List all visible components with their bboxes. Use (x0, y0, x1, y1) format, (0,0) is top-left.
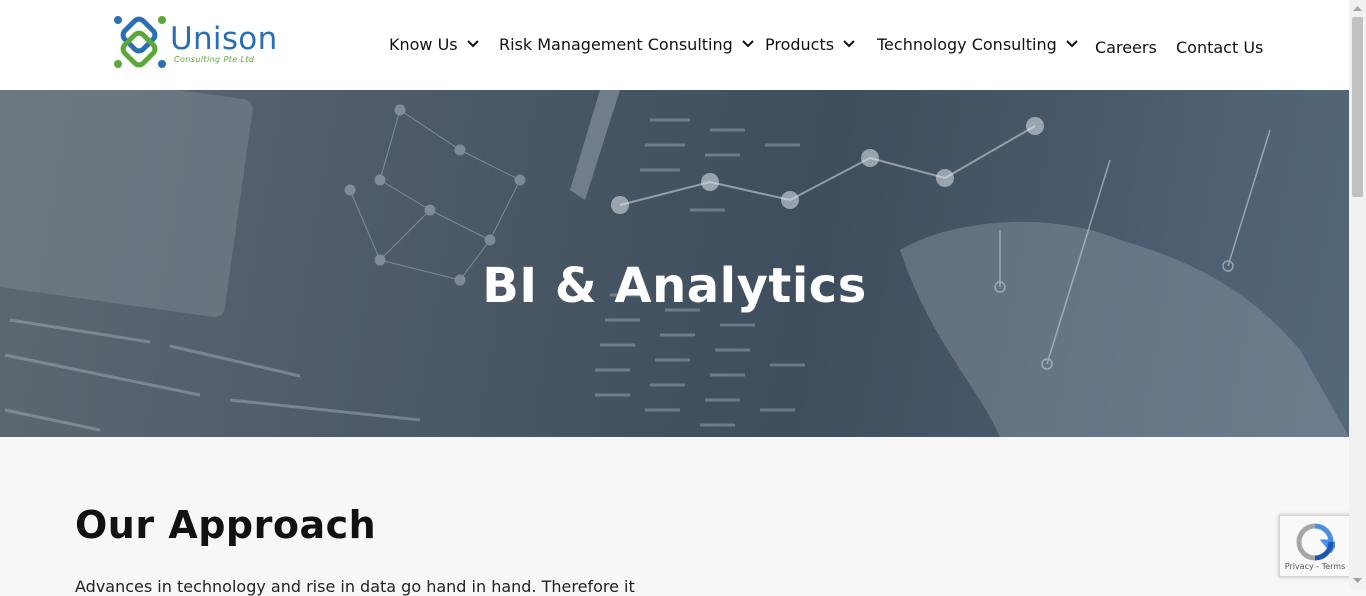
chevron-down-icon (466, 40, 479, 48)
nav-risk-management-consulting[interactable]: Risk Management Consulting (499, 30, 755, 58)
nav-item-label: Contact Us (1176, 37, 1264, 57)
recaptcha-icon (1296, 523, 1335, 561)
nav-item-label: Risk Management Consulting (499, 34, 733, 54)
nav-careers[interactable]: Careers (1095, 33, 1157, 61)
chevron-down-icon (1066, 40, 1078, 48)
chevron-down-icon (742, 40, 754, 48)
recaptcha-terms-link[interactable]: Terms (1322, 562, 1346, 571)
nav-item-label: Products (765, 34, 835, 54)
section-heading: Our Approach (75, 503, 377, 547)
scroll-down-arrow-icon[interactable] (1349, 572, 1366, 589)
hero-banner: BI & Analytics (0, 90, 1349, 437)
scroll-up-arrow-icon[interactable] (1349, 0, 1366, 17)
logo-wordmark: Unison (170, 21, 278, 57)
site-header: Unison Consulting Pte Ltd Know Us Risk M… (0, 0, 1349, 90)
page-scrollbar[interactable] (1349, 0, 1366, 589)
recaptcha-privacy-link[interactable]: Privacy (1285, 562, 1314, 571)
recaptcha-links: Privacy - Terms (1280, 562, 1350, 571)
unison-logo-icon (114, 16, 166, 68)
nav-products[interactable]: Products (765, 30, 856, 58)
recaptcha-badge[interactable]: Privacy - Terms (1279, 515, 1351, 577)
nav-contact-us[interactable]: Contact Us (1176, 33, 1263, 61)
nav-know-us[interactable]: Know Us (389, 30, 480, 58)
nav-item-label: Careers (1095, 37, 1157, 57)
intro-paragraph: Advances in technology and rise in data … (75, 577, 635, 596)
nav-item-label: Know Us (389, 34, 458, 54)
page-title: BI & Analytics (482, 258, 867, 315)
logo-subtitle: Consulting Pte Ltd (174, 55, 255, 64)
chevron-down-icon (843, 40, 855, 48)
nav-item-label: Technology Consulting (877, 34, 1057, 54)
scrollbar-thumb[interactable] (1352, 17, 1363, 197)
unison-logo[interactable]: Unison Consulting Pte Ltd (112, 14, 277, 72)
recaptcha-separator: - (1313, 562, 1322, 571)
nav-technology-consulting[interactable]: Technology Consulting (877, 30, 1079, 58)
